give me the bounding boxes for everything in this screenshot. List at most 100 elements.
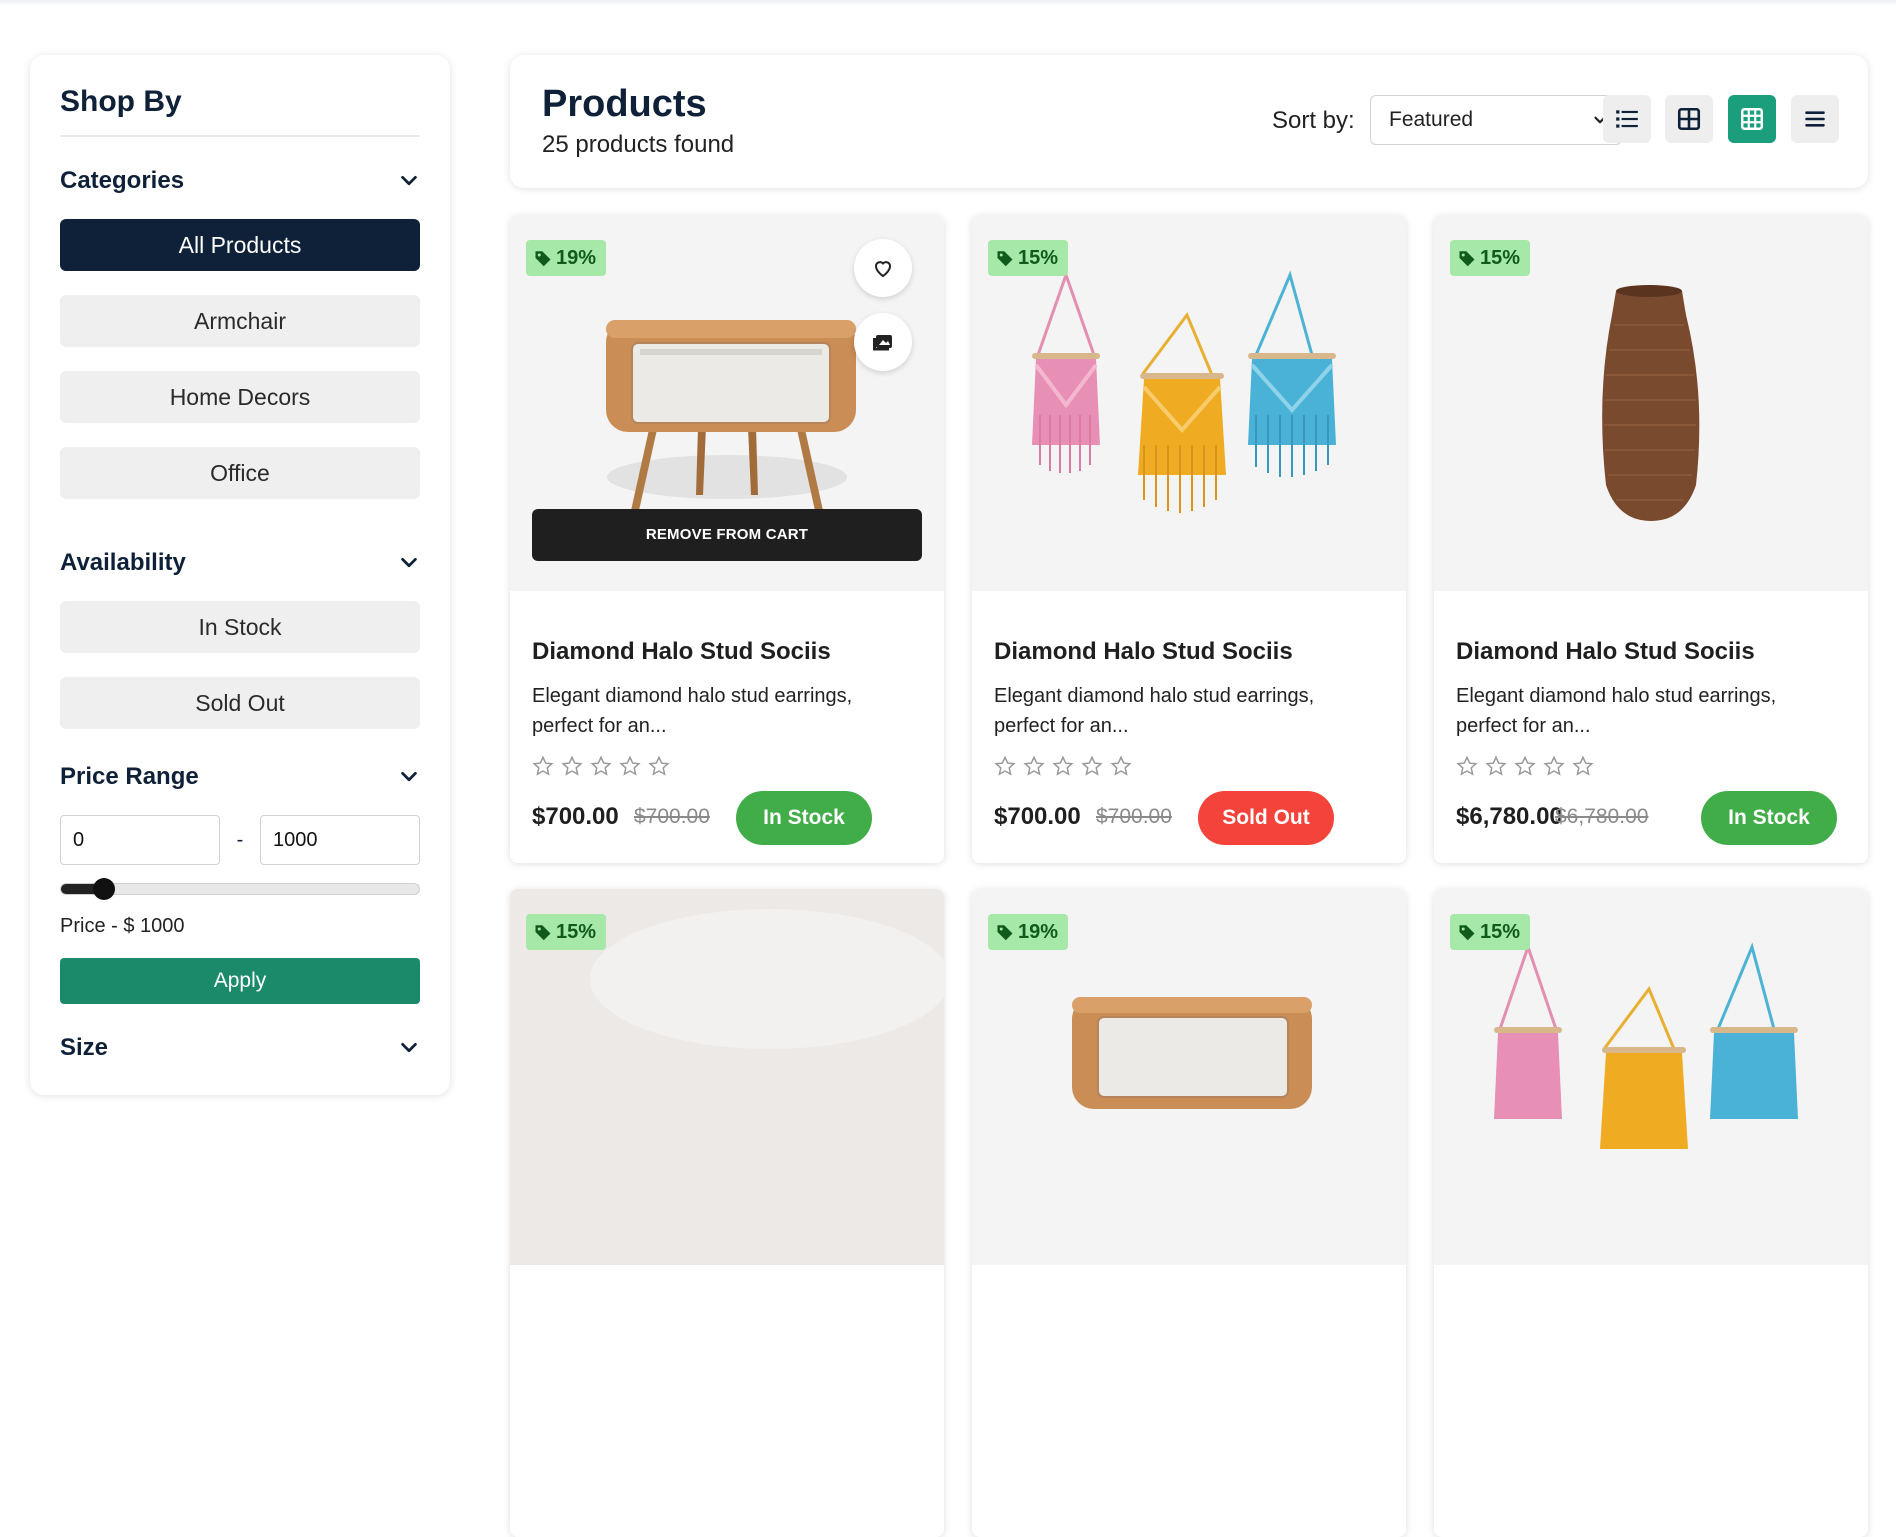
- wishlist-button[interactable]: [854, 239, 912, 297]
- star-outline-icon: [619, 755, 641, 776]
- sort-select[interactable]: Featured: [1370, 95, 1622, 145]
- categories-title: Categories: [60, 167, 185, 194]
- star-outline-icon: [1572, 755, 1594, 776]
- gallery-icon: [873, 335, 892, 351]
- category-armchair-button[interactable]: Armchair: [60, 295, 420, 347]
- remove-from-cart-button[interactable]: REMOVE FROM CART: [532, 509, 922, 561]
- tag-icon: [997, 925, 1013, 941]
- product-price: $700.00: [994, 803, 1081, 830]
- chevron-down-icon[interactable]: [398, 766, 420, 788]
- rating-stars: [1456, 755, 1594, 777]
- discount-text: 15%: [1480, 246, 1521, 269]
- product-old-price: $700.00: [1096, 805, 1172, 828]
- price-slider-thumb[interactable]: [93, 878, 116, 900]
- sort-label: Sort by:: [1272, 107, 1355, 134]
- star-outline-icon: [1081, 755, 1103, 776]
- price-label: Price - $ 1000: [60, 915, 185, 937]
- size-title: Size: [60, 1034, 109, 1061]
- filter-sidebar: Shop By Categories All Products Armchair…: [30, 55, 450, 1095]
- product-name[interactable]: Diamond Halo Stud Sociis: [532, 638, 831, 666]
- product-card[interactable]: 19% REMOVE FROM CART Diamond Halo Stud S…: [510, 215, 944, 863]
- star-outline-icon: [1110, 755, 1132, 776]
- two-column-grid-icon: [1677, 107, 1701, 131]
- stock-status-badge: In Stock: [1701, 791, 1837, 845]
- two-column-grid-button[interactable]: [1665, 95, 1713, 143]
- product-card[interactable]: 19%: [972, 889, 1406, 1537]
- star-outline-icon: [994, 755, 1016, 776]
- rating-stars: [532, 755, 670, 777]
- chevron-down-icon[interactable]: [398, 170, 420, 192]
- star-outline-icon: [1456, 755, 1478, 776]
- discount-badge: 19%: [988, 914, 1069, 950]
- stock-status-badge: Sold Out: [1198, 791, 1334, 845]
- star-outline-icon: [532, 755, 554, 776]
- availability-title: Availability: [60, 549, 186, 576]
- star-outline-icon: [590, 755, 612, 776]
- product-name[interactable]: Diamond Halo Stud Sociis: [994, 638, 1293, 666]
- discount-badge: 15%: [1450, 240, 1531, 276]
- tag-icon: [535, 925, 551, 941]
- discount-text: 15%: [1480, 920, 1521, 943]
- product-old-price: $700.00: [634, 805, 710, 828]
- tag-icon: [1459, 251, 1475, 267]
- price-range-title: Price Range: [60, 763, 199, 790]
- price-separator: -: [236, 828, 244, 851]
- product-card[interactable]: 15%: [510, 889, 944, 1537]
- star-outline-icon: [1052, 755, 1074, 776]
- star-outline-icon: [1023, 755, 1045, 776]
- product-name[interactable]: Diamond Halo Stud Sociis: [1456, 638, 1755, 666]
- product-count: 25 products found: [542, 131, 735, 158]
- discount-text: 15%: [556, 920, 597, 943]
- tag-icon: [535, 251, 551, 267]
- chevron-down-icon[interactable]: [398, 1037, 420, 1059]
- discount-badge: 15%: [988, 240, 1069, 276]
- product-card[interactable]: 15% Diamond Halo Stud Sociis Elegant dia…: [1434, 215, 1868, 863]
- three-column-grid-button[interactable]: [1728, 95, 1776, 143]
- discount-text: 15%: [1018, 246, 1059, 269]
- three-column-grid-icon: [1741, 108, 1763, 130]
- compact-list-icon: [1805, 111, 1825, 127]
- size-header[interactable]: Size: [60, 1034, 420, 1062]
- category-all-products-button[interactable]: All Products: [60, 219, 420, 271]
- product-description: Elegant diamond halo stud earrings, perf…: [994, 685, 1315, 737]
- product-description: Elegant diamond halo stud earrings, perf…: [1456, 685, 1777, 737]
- availability-in-stock-button[interactable]: In Stock: [60, 601, 420, 653]
- compact-list-button[interactable]: [1791, 95, 1839, 143]
- chevron-down-icon[interactable]: [398, 552, 420, 574]
- products-header: Products 25 products found Sort by: Feat…: [510, 55, 1868, 188]
- availability-sold-out-button[interactable]: Sold Out: [60, 677, 420, 729]
- tag-icon: [997, 251, 1013, 267]
- heart-icon: [874, 261, 892, 278]
- star-outline-icon: [1514, 755, 1536, 776]
- sidebar-title: Shop By: [60, 85, 420, 137]
- sort-selected-value: Featured: [1389, 108, 1474, 131]
- list-view-button[interactable]: [1603, 95, 1651, 143]
- price-range-header[interactable]: Price Range: [60, 763, 420, 791]
- category-office-button[interactable]: Office: [60, 447, 420, 499]
- category-home-decors-button[interactable]: Home Decors: [60, 371, 420, 423]
- star-outline-icon: [1485, 755, 1507, 776]
- product-price: $700.00: [532, 803, 619, 830]
- price-inputs: 0 - 1000: [60, 815, 420, 865]
- star-outline-icon: [648, 755, 670, 776]
- product-price: $6,780.00: [1456, 803, 1563, 830]
- price-min-input[interactable]: 0: [60, 815, 220, 865]
- page-title: Products: [542, 83, 707, 125]
- apply-button[interactable]: Apply: [60, 958, 420, 1004]
- star-outline-icon: [1543, 755, 1565, 776]
- price-max-input[interactable]: 1000: [260, 815, 420, 865]
- product-card[interactable]: 15%: [1434, 889, 1868, 1537]
- availability-header[interactable]: Availability: [60, 549, 420, 577]
- product-card[interactable]: 15% Diamond Halo Stud Sociis Elegant dia…: [972, 215, 1406, 863]
- gallery-button[interactable]: [854, 313, 912, 371]
- categories-header[interactable]: Categories: [60, 167, 420, 195]
- tag-icon: [1459, 925, 1475, 941]
- top-shadow: [0, 0, 1896, 6]
- discount-text: 19%: [1018, 920, 1059, 943]
- rating-stars: [994, 755, 1132, 777]
- star-outline-icon: [561, 755, 583, 776]
- discount-badge: 19%: [526, 240, 607, 276]
- discount-text: 19%: [556, 246, 597, 269]
- stock-status-badge: In Stock: [736, 791, 872, 845]
- price-slider[interactable]: [60, 878, 420, 900]
